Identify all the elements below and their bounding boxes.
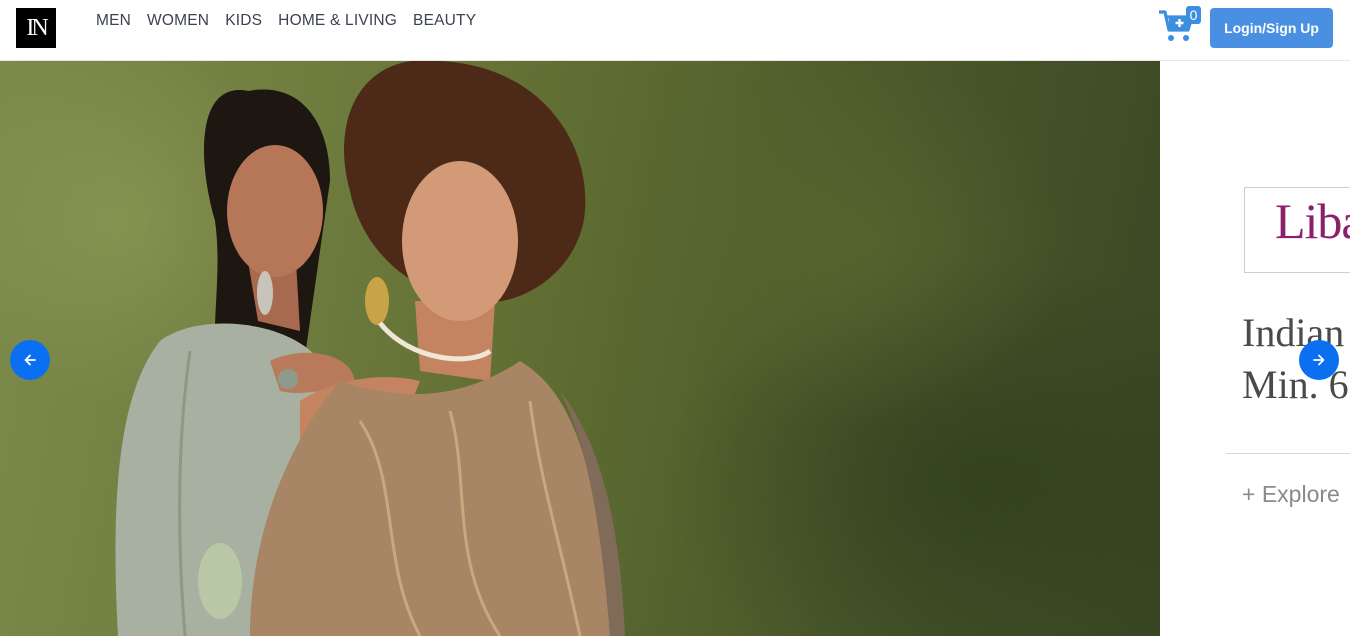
cart-button[interactable]: 0 [1158, 6, 1202, 48]
carousel-next-button[interactable] [1299, 340, 1339, 380]
brand-name: Liba [1275, 193, 1350, 249]
nav-link-beauty[interactable]: BEAUTY [413, 11, 476, 31]
nav-link-home-living[interactable]: HOME & LIVING [278, 11, 397, 31]
main-nav: MEN WOMEN KIDS HOME & LIVING BEAUTY [96, 11, 476, 31]
nav-link-men[interactable]: MEN [96, 11, 131, 31]
nav-link-kids[interactable]: KIDS [225, 11, 262, 31]
navbar: IN MEN WOMEN KIDS HOME & LIVING BEAUTY 0… [0, 0, 1350, 61]
logo-text: IN [26, 14, 48, 41]
explore-link[interactable]: + Explore [1242, 481, 1340, 508]
promo-divider [1226, 453, 1350, 454]
carousel-prev-button[interactable] [10, 340, 50, 380]
hero-slide-image[interactable] [0, 61, 1160, 636]
cart-count-badge: 0 [1186, 6, 1201, 24]
site-logo[interactable]: IN [16, 8, 56, 48]
hero-carousel: Liba Indian Min. 60 + Explore [0, 61, 1350, 636]
brand-logo-box: Liba [1244, 187, 1350, 273]
fashion-models-illustration [115, 61, 625, 636]
arrow-left-icon [24, 354, 36, 366]
login-signup-button[interactable]: Login/Sign Up [1210, 8, 1333, 48]
nav-link-women[interactable]: WOMEN [147, 11, 209, 31]
arrow-right-icon [1313, 354, 1325, 366]
